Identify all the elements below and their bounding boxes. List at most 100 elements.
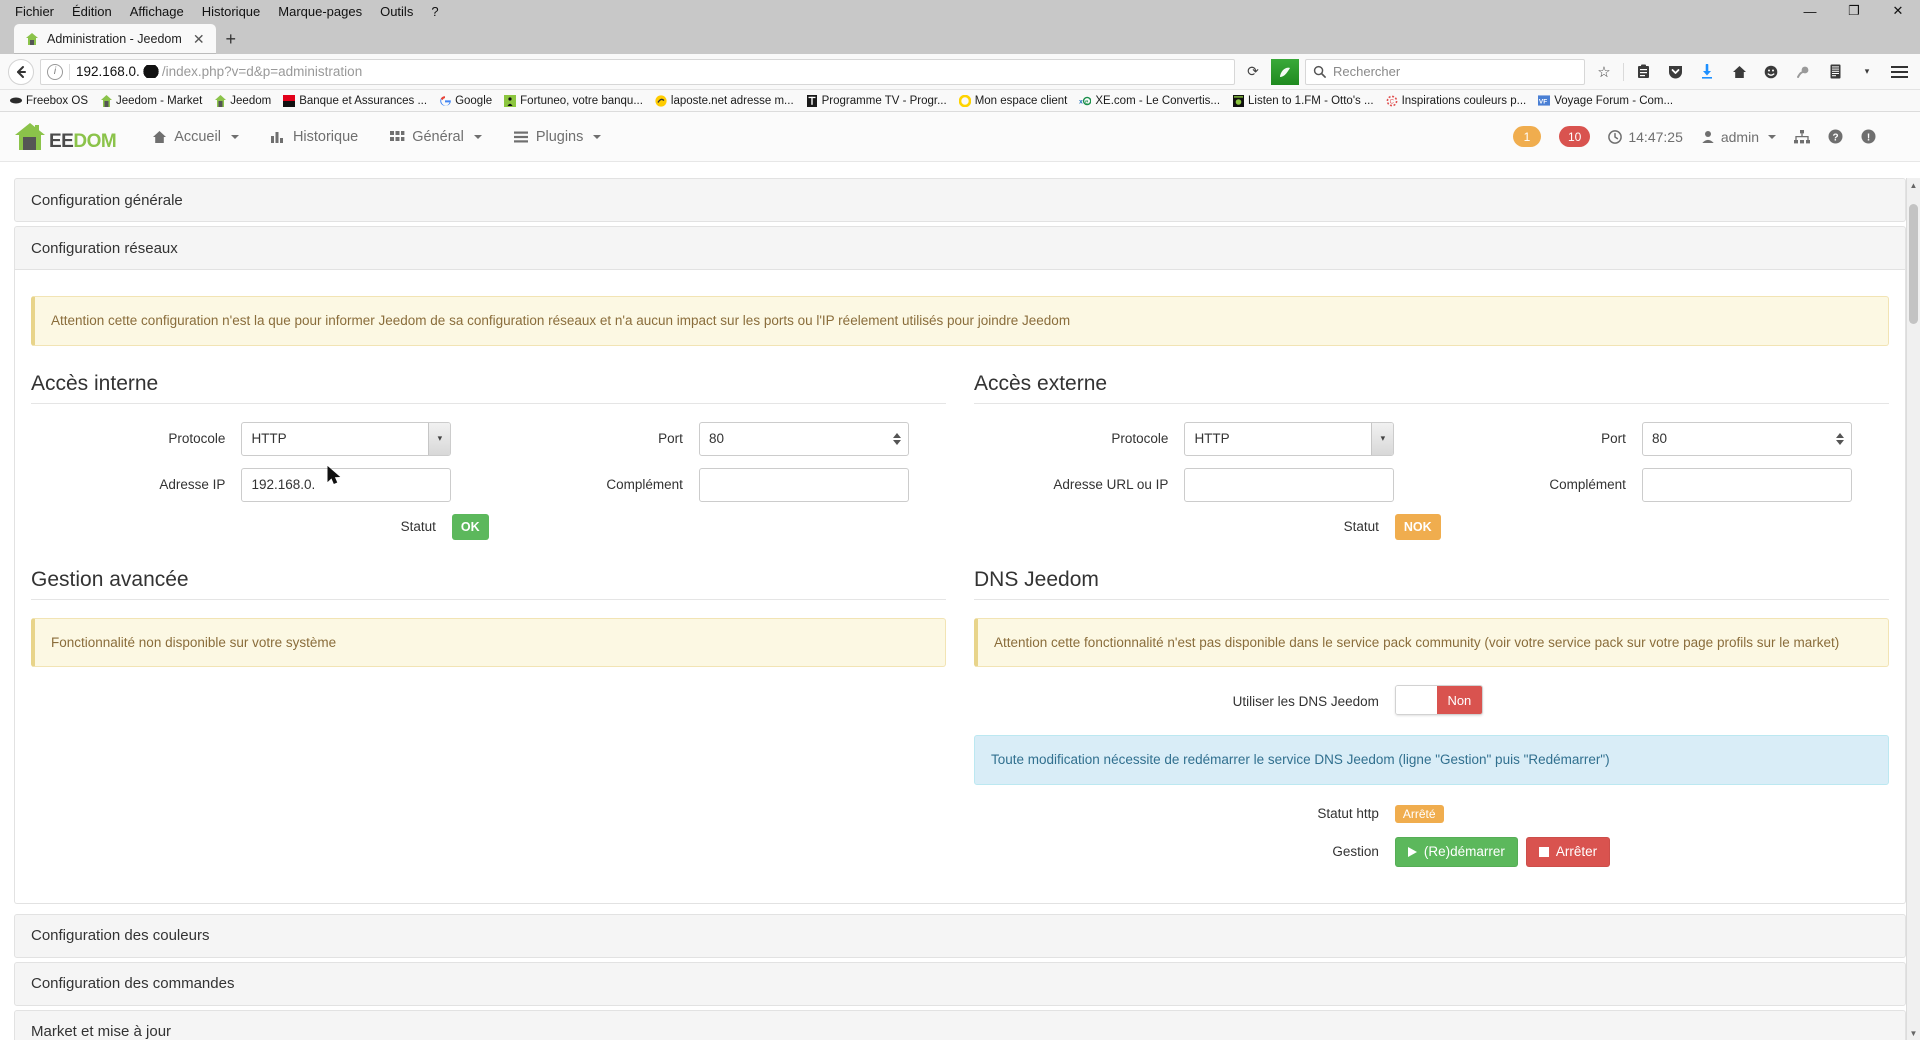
bookmark-star-icon[interactable]: ☆ bbox=[1591, 59, 1617, 85]
search-input-placeholder[interactable]: Rechercher bbox=[1333, 64, 1400, 79]
bookmark-item[interactable]: C Inspirations couleurs p... bbox=[1380, 91, 1533, 111]
downloads-icon[interactable] bbox=[1694, 59, 1720, 85]
panel-configuration-reseaux[interactable]: Configuration réseaux bbox=[14, 226, 1906, 270]
network-tree-icon[interactable] bbox=[1794, 129, 1810, 144]
reader-icon[interactable] bbox=[1822, 59, 1848, 85]
panel-configuration-commandes[interactable]: Configuration des commandes bbox=[14, 961, 1906, 1006]
browser-tab[interactable]: Administration - Jeedom ✕ bbox=[14, 24, 216, 54]
nav-item-plugins[interactable]: Plugins bbox=[500, 123, 616, 151]
advanced-dns-columns: Gestion avancée Fonctionnalité non dispo… bbox=[31, 560, 1889, 881]
stop-button[interactable]: Arrêter bbox=[1525, 836, 1611, 867]
panel-configuration-couleurs[interactable]: Configuration des couleurs bbox=[14, 913, 1906, 958]
dns-toggle[interactable]: Non bbox=[1394, 685, 1483, 716]
user-menu[interactable]: admin bbox=[1701, 129, 1776, 145]
jeedom-nav-right: 1 10 14:47:25 admin ? ! bbox=[1513, 126, 1906, 147]
help-icon[interactable]: ? bbox=[1828, 129, 1843, 144]
scrollbar-thumb[interactable] bbox=[1909, 204, 1918, 324]
advanced-section: Gestion avancée Fonctionnalité non dispo… bbox=[31, 560, 946, 881]
reload-icon[interactable]: ⟳ bbox=[1241, 60, 1265, 84]
internal-complement-input[interactable] bbox=[698, 467, 909, 502]
bookmark-item[interactable]: Freebox OS bbox=[4, 91, 94, 111]
internal-port-input[interactable]: 80 bbox=[698, 421, 909, 456]
bookmark-item[interactable]: Fortuneo, votre banqu... bbox=[498, 91, 649, 111]
bookmark-item[interactable]: Jeedom bbox=[208, 91, 277, 111]
menu-edition[interactable]: Édition bbox=[63, 3, 121, 20]
bookmark-item[interactable]: Jeedom - Market bbox=[94, 91, 208, 111]
bookmark-item[interactable]: Mon espace client bbox=[953, 91, 1074, 111]
bookmark-item[interactable]: x e XE.com - Le Convertis... bbox=[1073, 91, 1226, 111]
warning-badge[interactable]: 1 bbox=[1513, 126, 1541, 147]
search-bar[interactable]: Rechercher bbox=[1305, 58, 1585, 85]
bookmark-item[interactable]: VF Voyage Forum - Com... bbox=[1532, 91, 1679, 111]
vertical-scrollbar[interactable]: ▲ ▼ bbox=[1906, 178, 1920, 1040]
bookmark-item[interactable]: Programme TV - Progr... bbox=[800, 91, 953, 111]
panel-market-mise-a-jour[interactable]: Market et mise à jour bbox=[14, 1009, 1906, 1040]
library-icon[interactable] bbox=[1630, 59, 1656, 85]
minimize-icon[interactable]: — bbox=[1788, 0, 1832, 22]
menu-affichage[interactable]: Affichage bbox=[121, 3, 193, 20]
number-stepper[interactable] bbox=[890, 426, 905, 452]
bookmark-item[interactable]: Banque et Assurances ... bbox=[277, 91, 433, 111]
window-controls: — ❐ ✕ bbox=[1788, 0, 1920, 22]
menu-historique[interactable]: Historique bbox=[193, 3, 270, 20]
menu-marque-pages[interactable]: Marque-pages bbox=[269, 3, 371, 20]
bookmark-item[interactable]: laposte.net adresse m... bbox=[649, 91, 800, 111]
scroll-down-icon[interactable]: ▼ bbox=[1907, 1026, 1920, 1040]
external-protocole-select[interactable]: HTTP ▾ bbox=[1184, 421, 1395, 456]
home-icon bbox=[153, 130, 167, 143]
external-port-label: Port bbox=[1601, 431, 1626, 447]
stop-button-label: Arrêter bbox=[1555, 844, 1598, 860]
internal-access-section: Accès interne Protocole HTTP ▾ Port 80 A… bbox=[31, 364, 946, 554]
danger-badge[interactable]: 10 bbox=[1559, 126, 1591, 147]
info-identity-icon[interactable]: i bbox=[47, 63, 63, 80]
internal-protocole-value: HTTP bbox=[251, 431, 287, 447]
tab-close-icon[interactable]: ✕ bbox=[190, 31, 208, 48]
close-icon[interactable]: ✕ bbox=[1876, 0, 1920, 22]
scroll-up-icon[interactable]: ▲ bbox=[1907, 178, 1920, 192]
privacy-icon[interactable] bbox=[1790, 59, 1816, 85]
internal-protocole-select[interactable]: HTTP ▾ bbox=[241, 421, 452, 456]
home-icon[interactable] bbox=[1726, 59, 1752, 85]
maximize-icon[interactable]: ❐ bbox=[1832, 0, 1876, 22]
extension-green-icon[interactable] bbox=[1271, 58, 1299, 85]
xe-icon: xe bbox=[1079, 95, 1092, 107]
bookmark-item[interactable]: Listen to 1.FM - Otto's ... bbox=[1226, 91, 1380, 111]
section-legend: Gestion avancée bbox=[31, 568, 946, 600]
nav-item-label: Historique bbox=[292, 128, 359, 145]
menu-aide[interactable]: ? bbox=[422, 3, 447, 20]
new-tab-button[interactable]: + bbox=[216, 24, 246, 54]
toggle-on-half[interactable]: Non bbox=[1436, 686, 1482, 715]
external-complement-label: Complément bbox=[1549, 477, 1626, 493]
clock-display: 14:47:25 bbox=[1608, 129, 1683, 145]
jeedom-logo[interactable]: EEDOM bbox=[14, 121, 117, 153]
number-stepper[interactable] bbox=[1833, 426, 1848, 452]
section-legend: Accès externe bbox=[974, 372, 1889, 404]
panel-configuration-generale[interactable]: Configuration générale bbox=[14, 178, 1906, 222]
panel-title: Configuration réseaux bbox=[31, 239, 178, 257]
toggle-off-half[interactable] bbox=[1395, 686, 1437, 715]
chevron-down-icon[interactable]: ▾ bbox=[428, 422, 451, 455]
dns-alert: Attention cette fonctionnalité n'est pas… bbox=[974, 617, 1889, 668]
external-port-input[interactable]: 80 bbox=[1641, 421, 1852, 456]
info-icon[interactable]: ! bbox=[1861, 129, 1876, 144]
internal-ip-input[interactable]: 192.168.0. bbox=[241, 467, 452, 502]
menu-outils[interactable]: Outils bbox=[371, 3, 422, 20]
vf-icon: VF bbox=[1538, 95, 1551, 107]
hamburger-menu-icon[interactable] bbox=[1886, 59, 1912, 85]
restart-button[interactable]: (Re)démarrer bbox=[1394, 836, 1518, 867]
url-bar[interactable]: i 192.168.0./index.php?v=d&p=administrat… bbox=[40, 58, 1235, 85]
menu-fichier[interactable]: Fichier bbox=[6, 3, 63, 20]
external-complement-input[interactable] bbox=[1641, 467, 1852, 502]
bookmark-item[interactable]: Google bbox=[433, 91, 498, 111]
nav-item-accueil[interactable]: Accueil bbox=[138, 123, 253, 151]
dns-status-badge: Arrêté bbox=[1394, 804, 1444, 823]
pocket-icon[interactable] bbox=[1662, 59, 1688, 85]
nav-item-general[interactable]: Général bbox=[376, 123, 496, 151]
external-url-input[interactable] bbox=[1184, 467, 1395, 502]
back-icon[interactable] bbox=[8, 58, 34, 85]
chevron-down-icon[interactable]: ▾ bbox=[1371, 422, 1394, 455]
overflow-chevron-icon[interactable]: ▾ bbox=[1854, 59, 1880, 85]
nav-item-historique[interactable]: Historique bbox=[257, 123, 372, 151]
alert-text: Toute modification nécessite de redémarr… bbox=[991, 752, 1610, 768]
sync-account-icon[interactable] bbox=[1758, 59, 1784, 85]
